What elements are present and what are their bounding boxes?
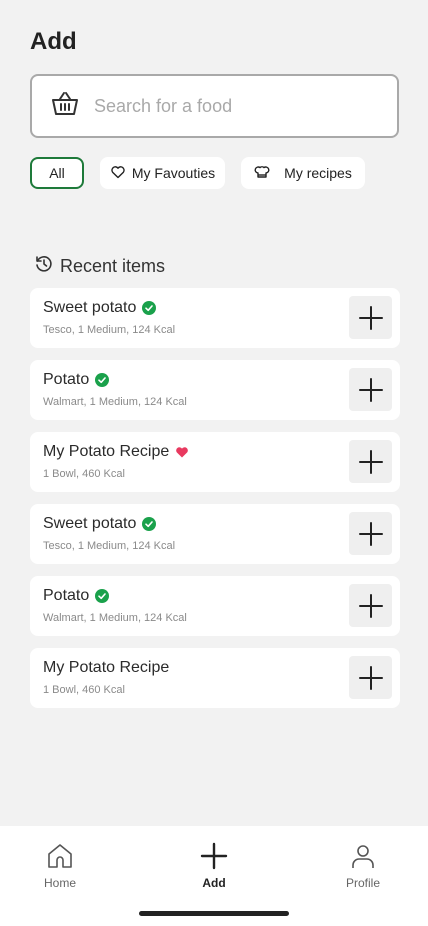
profile-icon — [352, 845, 374, 868]
filter-recipes-chip[interactable]: My recipes — [241, 157, 365, 189]
item-details: Walmart, 1 Medium, 124 Kcal — [43, 396, 187, 408]
verified-badge-icon — [95, 373, 110, 387]
plus-icon — [358, 665, 383, 690]
item-details: 1 Bowl, 460 Kcal — [43, 468, 125, 480]
item-details: Tesco, 1 Medium, 124 Kcal — [43, 324, 176, 336]
verified-badge-icon — [142, 301, 157, 315]
add-item-button[interactable] — [349, 656, 392, 699]
recent-items-heading: Recent items — [34, 254, 165, 279]
add-item-button[interactable] — [349, 368, 392, 411]
plus-icon — [358, 305, 383, 330]
history-icon — [34, 254, 60, 279]
filter-recipes-label: My recipes — [284, 165, 352, 181]
filter-all-label: All — [49, 165, 65, 181]
page-title: Add — [30, 28, 77, 55]
item-name: Sweet potato — [43, 299, 137, 316]
recent-items-title: Recent items — [60, 256, 166, 276]
heart-filled-icon — [176, 447, 189, 458]
item-details: Walmart, 1 Medium, 124 Kcal — [43, 612, 187, 624]
search-input[interactable] — [94, 95, 374, 117]
add-item-button[interactable] — [349, 584, 392, 627]
tab-home-label: Home — [43, 876, 76, 890]
verified-badge-icon — [95, 589, 110, 603]
add-item-button[interactable] — [349, 296, 392, 339]
plus-icon — [358, 377, 383, 402]
item-name: Sweet potato — [43, 515, 137, 532]
plus-icon — [358, 593, 383, 618]
verified-badge-icon — [142, 517, 157, 531]
plus-icon — [200, 842, 228, 870]
tab-add-label: Add — [202, 876, 226, 890]
tab-add[interactable]: Add — [174, 842, 254, 890]
recent-item[interactable]: My Potato Recipe 1 Bowl, 460 Kcal — [30, 648, 400, 708]
plus-icon — [358, 521, 383, 546]
item-details: Tesco, 1 Medium, 124 Kcal — [43, 540, 176, 552]
add-item-button[interactable] — [349, 512, 392, 555]
recent-item[interactable]: My Potato Recipe 1 Bowl, 460 Kcal — [30, 432, 400, 492]
item-name: My Potato Recipe — [43, 659, 170, 676]
recent-item[interactable]: Sweet potato Tesco, 1 Medium, 124 Kcal — [30, 504, 400, 564]
home-icon — [48, 844, 72, 868]
chef-hat-icon — [254, 164, 284, 183]
add-item-button[interactable] — [349, 440, 392, 483]
item-name: Potato — [43, 371, 90, 388]
heart-outline-icon — [110, 164, 132, 183]
search-bar[interactable] — [30, 74, 399, 138]
recent-item[interactable]: Sweet potato Tesco, 1 Medium, 124 Kcal — [30, 288, 400, 348]
tab-home[interactable]: Home — [20, 842, 100, 890]
plus-icon — [358, 449, 383, 474]
item-name: My Potato Recipe — [43, 443, 170, 460]
basket-icon — [50, 89, 80, 124]
home-indicator — [139, 911, 289, 916]
tab-profile[interactable]: Profile — [323, 842, 403, 890]
filter-favourites-chip[interactable]: My Favouties — [100, 157, 225, 189]
item-name: Potato — [43, 587, 90, 604]
recent-item[interactable]: Potato Walmart, 1 Medium, 124 Kcal — [30, 576, 400, 636]
item-details: 1 Bowl, 460 Kcal — [43, 684, 125, 696]
filter-favourites-label: My Favouties — [131, 165, 216, 181]
filter-all-chip[interactable]: All — [30, 157, 84, 189]
recent-items-list: Sweet potato Tesco, 1 Medium, 124 Kcal P… — [30, 288, 400, 720]
recent-item[interactable]: Potato Walmart, 1 Medium, 124 Kcal — [30, 360, 400, 420]
tab-profile-label: Profile — [345, 876, 380, 890]
